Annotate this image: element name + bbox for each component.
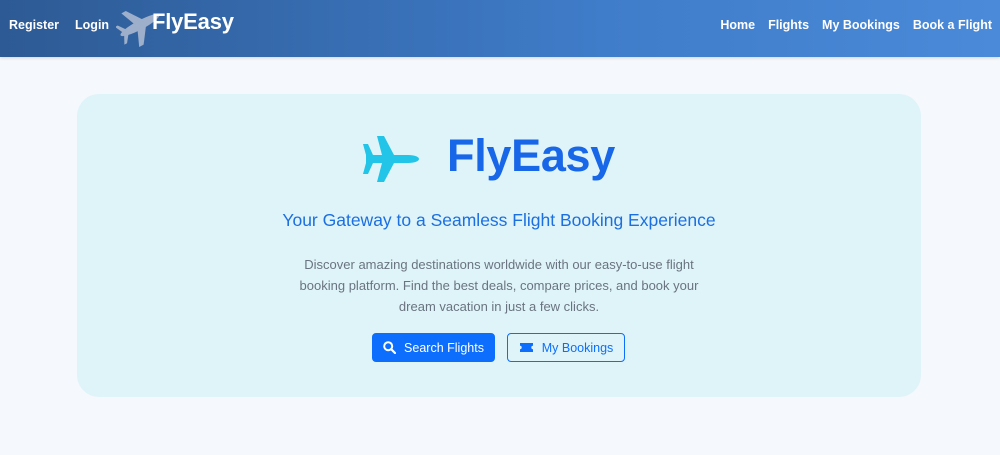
nav-home-link[interactable]: Home xyxy=(720,18,755,32)
nav-left-group: Register Login xyxy=(9,0,125,49)
hero-description: Discover amazing destinations worldwide … xyxy=(299,257,699,314)
nav-book-flight-link[interactable]: Book a Flight xyxy=(913,18,992,32)
nav-flights-link[interactable]: Flights xyxy=(768,18,809,32)
ticket-icon xyxy=(519,342,534,353)
hero-subtitle: Your Gateway to a Seamless Flight Bookin… xyxy=(282,210,716,230)
my-bookings-label: My Bookings xyxy=(541,340,614,355)
search-icon xyxy=(383,341,397,354)
hero-title: FlyEasy xyxy=(447,130,616,181)
hero-card: FlyEasy Your Gateway to a Seamless Fligh… xyxy=(77,94,921,397)
login-link[interactable]: Login xyxy=(75,18,109,32)
my-bookings-button[interactable]: My Bookings xyxy=(507,333,625,362)
top-navbar: Register Login FlyEasy Home Flights My B… xyxy=(0,0,1000,57)
search-flights-button[interactable]: Search Flights xyxy=(372,333,495,362)
nav-my-bookings-link[interactable]: My Bookings xyxy=(822,18,900,32)
brand-logo[interactable]: FlyEasy xyxy=(116,2,246,48)
nav-right-group: Home Flights My Bookings Book a Flight xyxy=(707,0,992,49)
hero-actions: Search Flights My Bookings xyxy=(77,333,921,363)
search-flights-label: Search Flights xyxy=(404,340,484,355)
register-link[interactable]: Register xyxy=(9,18,59,32)
brand-name: FlyEasy xyxy=(152,9,234,34)
hero-title-row: FlyEasy xyxy=(77,128,921,188)
airplane-icon xyxy=(363,136,419,182)
